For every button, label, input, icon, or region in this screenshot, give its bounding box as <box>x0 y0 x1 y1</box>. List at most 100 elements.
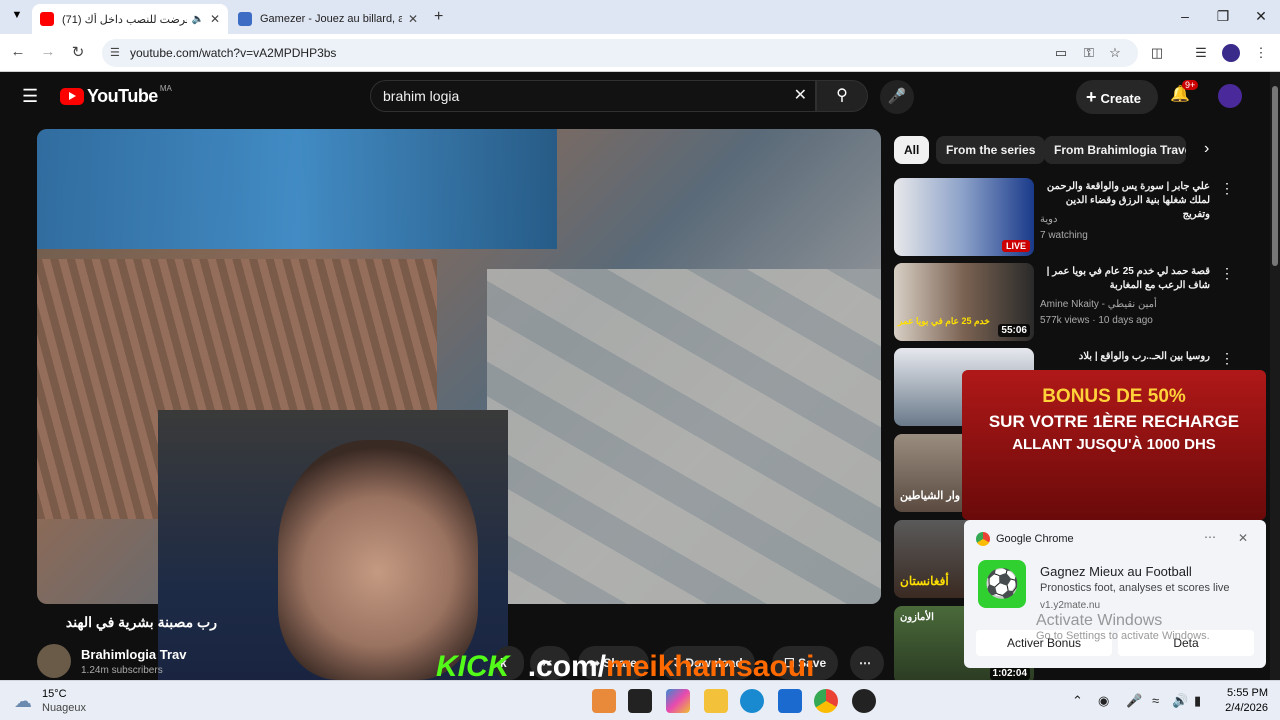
thumbnail-text: خدم 25 عام في بويا عمر <box>898 316 990 326</box>
search-input[interactable]: brahim logia ✕ <box>370 80 816 112</box>
microphone-tray-icon[interactable]: 🎤 <box>1126 693 1142 709</box>
thumbnail-text: أفغانستان <box>900 574 949 588</box>
video-title: روسيا بين الحـ..رب والواقع | بلاد <box>1078 351 1210 362</box>
page-scrollbar[interactable] <box>1270 72 1280 680</box>
chrome-menu-icon[interactable]: ⋮ <box>1252 44 1270 62</box>
network-tray-icon[interactable]: ◉ <box>1098 693 1109 709</box>
forward-button[interactable]: → <box>38 43 58 60</box>
back-button[interactable]: ← <box>8 43 28 60</box>
tab-gamezer[interactable]: Gamezer - Jouez au billard, aux ✕ <box>230 4 426 34</box>
chips-next-icon[interactable]: › <box>1204 140 1209 158</box>
notification-image: ⚽ <box>978 560 1026 608</box>
edge-browser-icon[interactable] <box>740 689 764 713</box>
more-actions-button[interactable]: ⋯ <box>850 646 884 680</box>
youtube-logo[interactable]: YouTube MA <box>60 84 172 107</box>
address-bar[interactable]: ☰ youtube.com/watch?v=vA2MPDHP3bs <box>102 39 1138 67</box>
streamer-name-text: meikhamsaoui <box>606 650 815 683</box>
channel-name: دوية <box>1040 214 1058 225</box>
channel-name: Amine Nkaity - أمين نقيطي <box>1040 299 1157 310</box>
more-options-icon[interactable]: ⋮ <box>1220 180 1234 197</box>
maximize-button[interactable]: ❐ <box>1208 8 1238 25</box>
more-options-icon[interactable]: ⋮ <box>1220 265 1234 282</box>
weather-temp[interactable]: 15°C <box>42 688 67 700</box>
chrome-logo-icon <box>976 532 990 546</box>
account-avatar[interactable] <box>1218 84 1242 108</box>
concrete-tanks-shape <box>487 269 881 604</box>
youtube-favicon-icon <box>40 12 54 26</box>
ad-line-1: BONUS DE 50% <box>1042 386 1186 407</box>
terminal-app-icon[interactable] <box>628 689 652 713</box>
extensions-icon[interactable]: ◫ <box>1148 44 1166 62</box>
minimize-button[interactable]: – <box>1170 8 1200 24</box>
bonus-ad-banner[interactable]: BONUS DE 50% SUR VOTRE 1ÈRE RECHARGE ALL… <box>962 370 1266 520</box>
obs-app-icon[interactable] <box>852 689 876 713</box>
windows-taskbar: ☁ 15°C Nuageux ⌃ ◉ 🎤 ≈ 🔊 ▮ 5:55 PM 2/4/2… <box>0 680 1280 720</box>
search-button[interactable]: ⚲ <box>816 80 868 112</box>
chip-from-channel[interactable]: From Brahimlogia Travels <box>1044 136 1186 164</box>
weather-cloud-icon[interactable]: ☁ <box>14 691 32 712</box>
region-code: MA <box>159 84 172 93</box>
thumbnail-text: الأمازون <box>900 612 934 623</box>
channel-avatar[interactable] <box>37 644 71 678</box>
stream-url-overlay: KICK .com/meikhamsaoui <box>436 650 814 684</box>
clear-search-icon[interactable]: ✕ <box>794 81 807 111</box>
chip-from-series[interactable]: From the series <box>936 136 1046 164</box>
live-badge: LIVE <box>1001 240 1030 252</box>
close-tab-icon[interactable]: ✕ <box>408 12 418 26</box>
tab-youtube[interactable]: (71) تعرضت للنصب داخل أك 🔈 ✕ <box>32 4 228 34</box>
video-title: رب مصبنة بشرية في الهند <box>65 614 217 630</box>
store-app-icon[interactable] <box>778 689 802 713</box>
paint-app-icon[interactable] <box>592 689 616 713</box>
audio-icon[interactable]: 🔈 <box>191 14 203 25</box>
tarp-shape <box>37 129 557 249</box>
chrome-notification[interactable]: Google Chrome ⋯ ✕ ⚽ Gagnez Mieux au Foot… <box>964 520 1266 668</box>
weather-desc[interactable]: Nuageux <box>42 702 86 714</box>
tab-search-button[interactable]: ▼ <box>8 9 26 27</box>
notifications-button[interactable]: 🔔 9+ <box>1170 80 1199 104</box>
media-controls-icon[interactable]: ☰ <box>1192 44 1210 62</box>
clock-time[interactable]: 5:55 PM <box>1222 687 1268 699</box>
hamburger-menu-icon[interactable]: ☰ <box>22 86 38 107</box>
streamer-head-shape <box>278 440 478 680</box>
close-window-button[interactable]: ✕ <box>1246 8 1276 25</box>
clock-date[interactable]: 2/4/2026 <box>1218 702 1268 714</box>
youtube-play-icon <box>60 88 84 105</box>
volume-icon[interactable]: 🔊 <box>1172 693 1188 709</box>
video-meta: 577k views · 10 days ago <box>1040 315 1153 326</box>
notification-badge: 9+ <box>1182 80 1199 90</box>
scrollbar-thumb[interactable] <box>1272 86 1278 266</box>
ad-line-3: ALLANT JUSQU'À 1000 DHS <box>1012 436 1216 453</box>
tab-title: (71) تعرضت للنصب داخل أك <box>62 13 188 26</box>
more-options-icon[interactable]: ⋮ <box>1220 350 1234 367</box>
chip-all[interactable]: All <box>894 136 930 164</box>
create-button[interactable]: + Create <box>1076 80 1158 114</box>
profile-avatar[interactable] <box>1222 44 1240 62</box>
browser-toolbar: ← → ↻ ☰ youtube.com/watch?v=vA2MPDHP3bs … <box>0 34 1280 72</box>
tab-strip: ▼ (71) تعرضت للنصب داخل أك 🔈 ✕ Gamezer -… <box>0 0 1280 34</box>
video-duration: 55:06 <box>998 324 1030 337</box>
new-tab-button[interactable]: + <box>434 8 443 26</box>
show-hidden-icons[interactable]: ⌃ <box>1072 693 1083 709</box>
install-app-icon[interactable]: ▭ <box>1052 44 1070 62</box>
site-info-icon[interactable]: ☰ <box>110 39 120 67</box>
copilot-app-icon[interactable] <box>666 689 690 713</box>
notification-body: Pronostics foot, analyses et scores live <box>1040 582 1230 594</box>
chrome-app-icon[interactable] <box>814 689 838 713</box>
reload-button[interactable]: ↻ <box>68 43 88 61</box>
gamezer-favicon-icon <box>238 12 252 26</box>
bookmark-star-icon[interactable]: ☆ <box>1106 44 1124 62</box>
list-item[interactable]: LIVE علي جابر | سورة يس والواقعة والرحمن… <box>894 178 1264 258</box>
list-item[interactable]: خدم 25 عام في بويا عمر 55:06 قصة حمد لي … <box>894 263 1264 343</box>
file-explorer-icon[interactable] <box>704 689 728 713</box>
notification-more-icon[interactable]: ⋯ <box>1204 530 1216 544</box>
microphone-icon: 🎤 <box>887 88 907 105</box>
voice-search-button[interactable]: 🎤 <box>880 80 914 114</box>
wifi-icon[interactable]: ≈ <box>1152 693 1159 708</box>
video-title: قصة حمد لي خدم 25 عام في بويا عمر | شاف … <box>1046 266 1210 291</box>
create-label: Create <box>1100 91 1141 106</box>
channel-name[interactable]: Brahimlogia Trav <box>81 647 186 662</box>
notification-close-icon[interactable]: ✕ <box>1238 531 1248 545</box>
password-key-icon[interactable]: ⚿ <box>1080 44 1098 62</box>
close-tab-icon[interactable]: ✕ <box>210 12 220 26</box>
battery-icon[interactable]: ▮ <box>1194 693 1201 709</box>
